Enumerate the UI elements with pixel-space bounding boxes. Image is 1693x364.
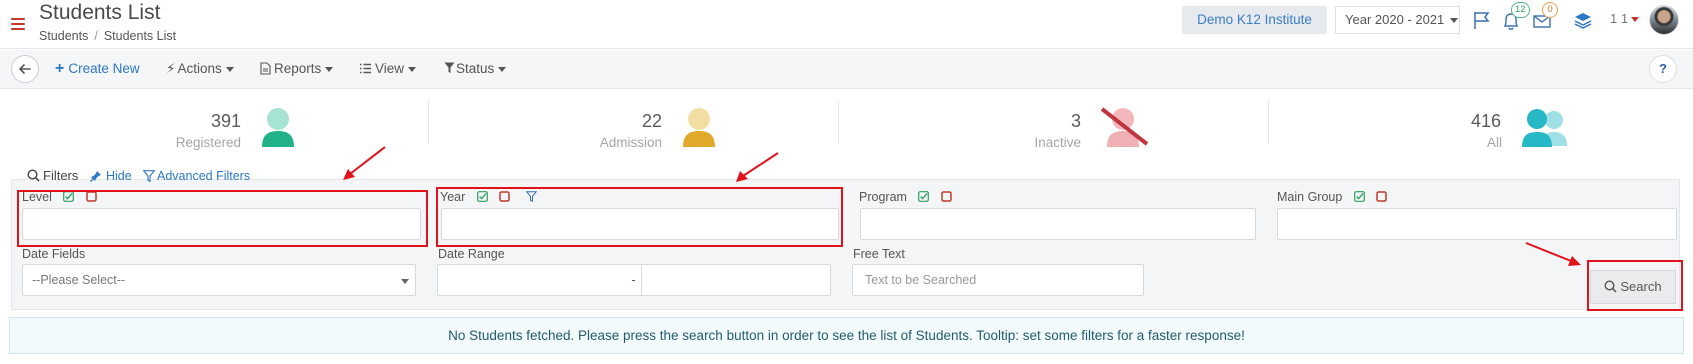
chevron-down-icon — [498, 66, 507, 72]
program-input[interactable] — [860, 208, 1256, 240]
view-menu[interactable]: View — [359, 60, 417, 78]
avatar[interactable] — [1649, 5, 1679, 35]
filter-icon — [444, 62, 455, 73]
stat-divider — [428, 100, 429, 144]
advanced-filters-link[interactable]: Advanced Filters — [142, 169, 250, 183]
chevron-down-icon — [401, 279, 409, 284]
institute-button[interactable]: Demo K12 Institute — [1182, 6, 1327, 34]
user-green-icon — [262, 108, 294, 147]
check-all-icon[interactable] — [918, 191, 930, 202]
stat-inactive-label: Inactive — [1034, 135, 1081, 150]
create-new-button[interactable]: + Create New — [55, 60, 140, 78]
date-fields-label: Date Fields — [22, 247, 86, 261]
chevron-down-icon — [225, 66, 234, 72]
stat-all-value: 416 — [1470, 111, 1501, 131]
free-text-label: Free Text — [853, 247, 905, 261]
user-yellow-icon — [683, 108, 715, 147]
filters-toggle[interactable]: Filters — [27, 168, 78, 183]
users-group-icon — [1522, 109, 1567, 147]
breadcrumb-students[interactable]: Students — [39, 29, 88, 43]
pin-icon — [90, 171, 101, 182]
search-icon — [27, 169, 40, 182]
notifications-bell-icon[interactable]: 12 — [1500, 2, 1530, 32]
main-group-input[interactable] — [1277, 208, 1677, 240]
flag-icon[interactable] — [1471, 9, 1493, 31]
check-all-icon[interactable] — [1353, 191, 1365, 202]
free-text-input[interactable]: Text to be Searched — [852, 264, 1144, 296]
stat-divider — [838, 100, 839, 144]
plus-icon: + — [55, 60, 65, 77]
main-group-label: Main Group — [1277, 190, 1388, 204]
toolbar — [0, 50, 1693, 89]
breadcrumb-students-list: Students List — [103, 29, 177, 43]
notifications-count-badge: 12 — [1511, 2, 1530, 18]
date-range-start-input[interactable] — [437, 264, 626, 296]
user-menu[interactable]: 1 1 — [1610, 11, 1640, 26]
program-label: Program — [859, 190, 952, 204]
stat-registered-value: 391 — [210, 111, 241, 131]
arrow-left-icon — [18, 64, 31, 74]
file-icon — [260, 62, 271, 75]
date-fields-select[interactable]: --Please Select-- — [22, 264, 416, 296]
back-button[interactable] — [11, 55, 39, 83]
bolt-icon: ⚡ — [166, 61, 176, 76]
reports-menu[interactable]: Reports — [260, 60, 334, 78]
messages-count-badge: 0 — [1542, 2, 1558, 18]
stat-divider — [1268, 100, 1269, 144]
info-message: No Students fetched. Please press the se… — [9, 317, 1684, 354]
free-text-placeholder: Text to be Searched — [865, 273, 977, 287]
highlight-box-search — [1587, 260, 1683, 311]
user-label: 1 1 — [1610, 11, 1629, 26]
hide-filters-link[interactable]: Hide — [90, 169, 132, 183]
date-range-separator: - — [625, 264, 642, 296]
date-range-end-input[interactable] — [641, 264, 831, 296]
layers-icon[interactable] — [1572, 8, 1594, 30]
uncheck-all-icon[interactable] — [941, 191, 952, 202]
date-fields-value: --Please Select-- — [32, 273, 126, 287]
status-menu[interactable]: Status — [444, 60, 507, 78]
help-button[interactable]: ? — [1649, 55, 1677, 83]
hamburger-menu-icon[interactable] — [11, 18, 25, 30]
stat-admission-label: Admission — [599, 135, 662, 150]
filter-icon — [142, 170, 156, 183]
date-range-label: Date Range — [438, 247, 505, 261]
stat-admission-value: 22 — [641, 111, 662, 131]
chevron-down-icon — [1631, 17, 1640, 23]
stat-registered-label: Registered — [175, 135, 241, 150]
stat-all-label: All — [1486, 135, 1502, 150]
breadcrumb: Students / Students List — [39, 29, 177, 43]
uncheck-all-icon[interactable] — [1376, 191, 1388, 202]
messages-envelope-icon[interactable]: 0 — [1531, 2, 1558, 32]
list-icon — [360, 63, 371, 74]
chevron-down-icon — [408, 66, 417, 72]
academic-year-value: Year 2020 - 2021 — [1345, 12, 1445, 27]
actions-menu[interactable]: ⚡ Actions — [166, 60, 234, 78]
stat-inactive-value: 3 — [1070, 111, 1081, 131]
highlight-box-level — [17, 190, 428, 247]
academic-year-select[interactable]: Year 2020 - 2021 — [1335, 6, 1460, 34]
chevron-down-icon — [1450, 18, 1459, 24]
annotation-arrow-icon — [343, 146, 386, 180]
highlight-box-year — [436, 187, 843, 247]
chevron-down-icon — [325, 66, 334, 72]
page-title: Students List — [39, 1, 161, 24]
user-inactive-icon — [1100, 107, 1149, 147]
